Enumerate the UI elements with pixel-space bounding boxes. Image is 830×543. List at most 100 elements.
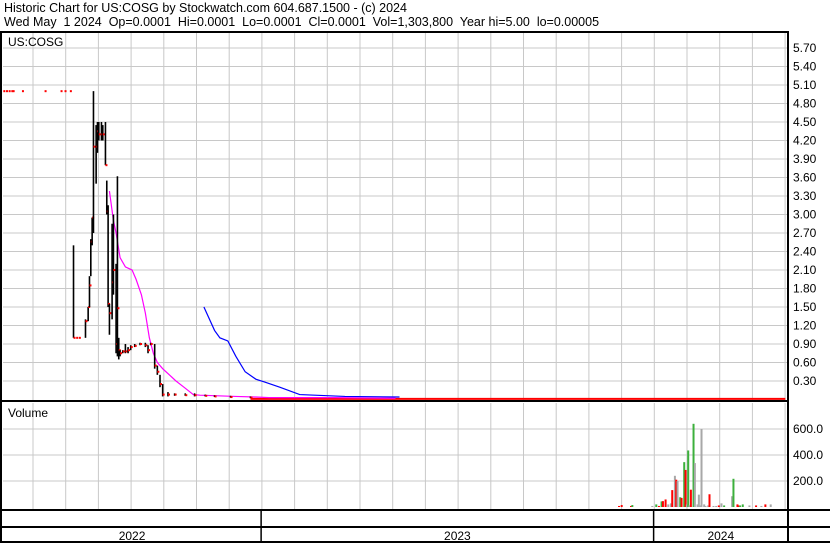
volume-bar xyxy=(689,489,692,507)
volume-bar xyxy=(687,450,690,507)
volume-bar xyxy=(618,505,621,507)
volume-bar xyxy=(720,503,723,507)
close-tick xyxy=(205,394,208,397)
volume-bar xyxy=(655,504,658,507)
volume-bar xyxy=(715,505,718,507)
volume-bar xyxy=(651,505,654,507)
close-tick xyxy=(230,396,233,399)
volume-bar xyxy=(700,429,703,507)
volume-bar xyxy=(755,505,758,507)
chart-marks xyxy=(3,90,786,507)
volume-bar xyxy=(712,505,715,507)
year-high-mark xyxy=(5,90,8,93)
price-tick-label: 0.90 xyxy=(793,337,817,351)
price-tick-label: 3.60 xyxy=(793,171,817,185)
volume-bar xyxy=(684,469,687,507)
close-tick xyxy=(130,346,133,349)
close-tick xyxy=(109,312,112,315)
volume-bar xyxy=(741,504,744,507)
close-tick xyxy=(102,133,105,136)
volume-tick-label: 600.0 xyxy=(793,422,823,436)
chart-frame: 0.30 0.60 0.90 1.20 1.50 1.80 2.10 2.40 2.70 3.00… xyxy=(0,31,830,543)
close-tick xyxy=(167,393,170,396)
price-tick-label: 2.40 xyxy=(793,245,817,259)
price-tick-label: 0.60 xyxy=(793,356,817,370)
close-tick xyxy=(73,336,76,339)
volume-tick-label: 200.0 xyxy=(793,474,823,488)
close-tick xyxy=(85,320,88,323)
price-tick-label: 1.80 xyxy=(793,282,817,296)
close-tick xyxy=(117,307,120,310)
volume-bar xyxy=(661,501,664,507)
volume-bar xyxy=(769,504,772,507)
volume-bar xyxy=(708,494,711,507)
close-tick xyxy=(185,394,188,397)
price-tick-label: 5.10 xyxy=(793,78,817,92)
volume-bar xyxy=(732,478,735,507)
close-tick xyxy=(76,336,79,339)
close-tick xyxy=(157,370,160,373)
price-tick-label: 4.20 xyxy=(793,134,817,148)
year-label: 2024 xyxy=(707,529,734,543)
close-tick xyxy=(93,145,96,148)
symbol-label: US:COSG xyxy=(8,35,63,49)
close-tick xyxy=(174,393,177,396)
price-tick-label: 2.10 xyxy=(793,263,817,277)
price-tick-label: 1.20 xyxy=(793,319,817,333)
year-label: 2023 xyxy=(444,529,471,543)
price-tick-label: 0.30 xyxy=(793,374,817,388)
price-tick-label: 5.70 xyxy=(793,41,817,55)
close-tick xyxy=(214,395,217,398)
year-high-mark xyxy=(21,90,24,93)
stock-chart: 0.30 0.60 0.90 1.20 1.50 1.80 2.10 2.40 2.70 3.00… xyxy=(0,31,830,543)
volume-bar xyxy=(664,499,667,507)
close-tick xyxy=(160,383,162,386)
price-tick-label: 3.30 xyxy=(793,189,817,203)
volume-bar xyxy=(723,505,726,507)
close-tick xyxy=(154,364,157,367)
price-tick-label: 5.40 xyxy=(793,60,817,74)
volume-bar xyxy=(748,505,751,507)
price-tick-label: 3.90 xyxy=(793,152,817,166)
volume-label: Volume xyxy=(8,406,48,420)
close-tick xyxy=(194,394,197,397)
close-tick xyxy=(122,350,125,353)
volume-bar xyxy=(620,505,623,507)
volume-bar xyxy=(680,497,683,507)
price-tick-label: 1.50 xyxy=(793,300,817,314)
volume-bar xyxy=(667,504,670,507)
close-tick xyxy=(162,393,165,396)
close-tick xyxy=(89,284,92,287)
price-tick-label: 3.00 xyxy=(793,208,817,222)
year-high-mark xyxy=(8,90,11,93)
close-tick xyxy=(250,396,253,399)
volume-bar xyxy=(764,504,767,507)
close-tick xyxy=(120,352,123,355)
moving-average-line xyxy=(108,190,396,399)
volume-bar xyxy=(693,463,696,507)
close-tick xyxy=(113,269,116,271)
price-tick-label: 4.80 xyxy=(793,97,817,111)
close-tick xyxy=(125,350,128,353)
close-tick xyxy=(105,164,108,167)
close-tick xyxy=(145,344,148,347)
volume-bar xyxy=(671,490,674,507)
close-tick xyxy=(98,133,101,136)
year-high-mark xyxy=(12,90,15,93)
price-tick-label: 2.70 xyxy=(793,226,817,240)
chart-border xyxy=(0,31,789,543)
volume-bar xyxy=(717,505,720,507)
volume-bar xyxy=(631,505,634,507)
close-tick xyxy=(150,343,153,345)
volume-bar xyxy=(657,505,660,507)
year-high-mark xyxy=(64,90,67,93)
close-tick xyxy=(140,343,143,345)
volume-bar xyxy=(739,505,742,507)
year-label: 2022 xyxy=(119,529,146,543)
volume-bar xyxy=(676,481,679,507)
close-tick xyxy=(78,336,81,339)
year-high-mark xyxy=(60,90,63,93)
price-tick-label: 4.50 xyxy=(793,115,817,129)
year-high-mark xyxy=(44,90,47,93)
close-tick xyxy=(148,349,151,352)
